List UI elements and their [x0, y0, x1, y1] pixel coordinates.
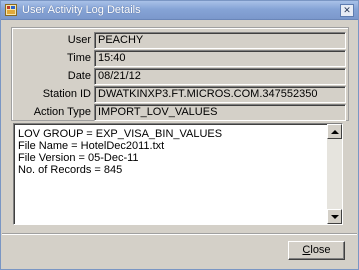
user-label: User [67, 34, 91, 46]
user-row: User PEACHY [12, 32, 350, 49]
details-panel: User PEACHY Time 15:40 Date 08/21/12 Sta… [11, 27, 349, 121]
chevron-up-icon [330, 129, 339, 134]
close-button-label: Close [302, 244, 331, 256]
chevron-down-icon [330, 214, 339, 219]
details-line: File Version = 05-Dec-11 [18, 152, 139, 164]
details-line: LOV GROUP = EXP_VISA_BIN_VALUES [18, 128, 223, 140]
station-id-label: Station ID [42, 88, 91, 100]
app-icon [5, 4, 17, 16]
date-label: Date [67, 70, 91, 82]
station-id-row: Station ID DWATKINXP3.FT.MICROS.COM.3475… [12, 86, 350, 103]
action-type-field[interactable]: IMPORT_LOV_VALUES [94, 104, 346, 121]
user-activity-log-details-window: User Activity Log Details ✕ User PEACHY … [0, 0, 359, 270]
date-row: Date 08/21/12 [12, 68, 350, 85]
window-title: User Activity Log Details [22, 3, 141, 16]
close-button[interactable]: Close [288, 241, 345, 260]
action-type-label: Action Type [33, 106, 91, 118]
scroll-down-button[interactable] [327, 209, 342, 224]
time-label: Time [66, 52, 91, 64]
date-field[interactable]: 08/21/12 [94, 68, 346, 85]
details-line: No. of Records = 845 [18, 164, 123, 176]
details-line: File Name = HotelDec2011.txt [18, 140, 165, 152]
time-field[interactable]: 15:40 [94, 50, 346, 67]
time-row: Time 15:40 [12, 50, 350, 67]
scroll-up-button[interactable] [327, 124, 342, 139]
details-text-area[interactable]: LOV GROUP = EXP_VISA_BIN_VALUES File Nam… [13, 123, 343, 225]
title-bar[interactable]: User Activity Log Details ✕ [1, 1, 358, 20]
footer-divider [2, 233, 357, 235]
user-field[interactable]: PEACHY [94, 32, 346, 49]
title-close-icon[interactable]: ✕ [340, 4, 354, 17]
action-type-row: Action Type IMPORT_LOV_VALUES [12, 104, 350, 121]
station-id-field[interactable]: DWATKINXP3.FT.MICROS.COM.347552350 [94, 86, 346, 103]
details-text: LOV GROUP = EXP_VISA_BIN_VALUES File Nam… [18, 128, 324, 176]
vertical-scrollbar[interactable] [327, 124, 342, 224]
